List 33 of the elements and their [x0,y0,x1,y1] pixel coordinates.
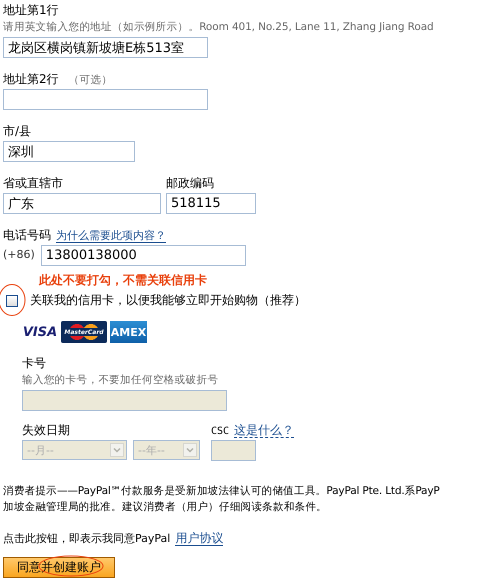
field-label: 市/县 [3,123,32,139]
field-label: 地址第2行 [3,72,59,86]
card-logo: VISA [22,324,58,342]
field-label: 卡号 [22,355,47,371]
optional-note: （可选） [68,74,113,86]
field-label: 邮政编码 [166,175,215,191]
country-code: (+86) [3,248,35,261]
input-field[interactable] [3,89,208,110]
caret-icon [183,443,197,457]
field-hint: 输入您的卡号，不要加任何空格或破折号 [22,373,220,388]
field-label: CSC [211,426,230,437]
field-hint: 请用英文输入您的地址（如示例所示）。Room 401, No.25, Lane 11, Zhang Jiang Road [3,20,435,35]
field-label: 省或直辖市 [3,175,64,191]
input-field[interactable]: 龙岗区横岗镇新坡塘E栋513室 [3,37,208,58]
caret-icon [110,443,124,457]
card-logo: AMEX [110,321,147,343]
help-link[interactable]: 这是什么？ [234,423,294,438]
field-label: 失效日期 [22,422,71,438]
checkbox-label: 关联我的信用卡，以便我能够立即开始购物（推荐） [30,292,306,309]
checkbox[interactable] [6,294,18,306]
help-link[interactable]: 为什么需要此项内容？ [56,229,166,243]
input-field[interactable]: 518115 [166,193,256,214]
agreement-text: 点击此按钮，即表示我同意PayPal [3,532,170,545]
notice-text: 加坡金融管理局的批准。建议消费者（用户）仔细阅读条款和条件。 [3,500,328,515]
submit-button[interactable]: 同意并创建账户 [3,557,115,578]
agreement-link[interactable]: 用户协议 [175,531,224,546]
input-field[interactable]: 13800138000 [40,245,246,266]
notice-text: 消费者提示——PayPal℠付款服务是受新加坡法律认可的储值工具。PayPal Pte. Ltd.系PayP [3,484,441,499]
input-field[interactable]: 广东 [3,193,161,214]
field-label: 电话号码 [3,228,51,242]
annotation-text: 此处不要打勾，不需关联信用卡 [39,272,208,289]
input-field[interactable]: 深圳 [3,141,135,162]
field-label: 地址第1行 [3,2,60,18]
